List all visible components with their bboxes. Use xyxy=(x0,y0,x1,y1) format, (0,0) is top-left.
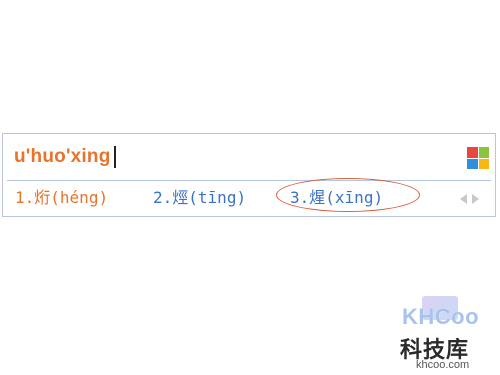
candidate-3[interactable]: 3.煋(xīng) xyxy=(290,185,383,211)
watermark: KHCoo 科技库 khcoo.com xyxy=(396,296,496,372)
candidate-1[interactable]: 1.烆(héng) xyxy=(15,185,108,211)
page-navigator xyxy=(460,194,490,206)
candidate-char: 烆 xyxy=(34,188,51,207)
composition-text: u'huo'xing xyxy=(14,146,111,167)
candidate-number: 1. xyxy=(15,188,35,207)
logo-quad-green xyxy=(478,147,489,158)
text-caret xyxy=(113,146,116,168)
arrow-left-icon[interactable] xyxy=(460,194,467,204)
composition-row: u'huo'xing xyxy=(3,134,495,179)
candidate-number: 2. xyxy=(153,188,173,207)
logo-quad-blue xyxy=(467,158,478,169)
candidate-2[interactable]: 2.烴(tīng) xyxy=(153,185,246,211)
candidate-pinyin: (tīng) xyxy=(188,188,247,207)
ime-logo-icon[interactable] xyxy=(467,147,489,169)
logo-quad-red xyxy=(467,147,478,158)
composition-input[interactable]: u'huo'xing xyxy=(14,146,116,168)
arrow-right-icon[interactable] xyxy=(472,194,479,204)
candidate-char: 烴 xyxy=(172,188,189,207)
candidate-pinyin: (héng) xyxy=(50,188,109,207)
watermark-logo: KHCoo xyxy=(402,304,480,329)
candidate-list: 1.烆(héng) 2.烴(tīng) 3.煋(xīng) xyxy=(3,181,495,216)
watermark-domain: khcoo.com xyxy=(416,359,470,371)
ime-candidate-window: u'huo'xing 1.烆(héng) 2.烴(tīng) 3.煋(xīng) xyxy=(2,133,496,217)
candidate-char: 煋 xyxy=(309,188,326,207)
logo-quad-yellow xyxy=(478,158,489,169)
candidate-number: 3. xyxy=(290,188,310,207)
candidate-pinyin: (xīng) xyxy=(325,188,384,207)
